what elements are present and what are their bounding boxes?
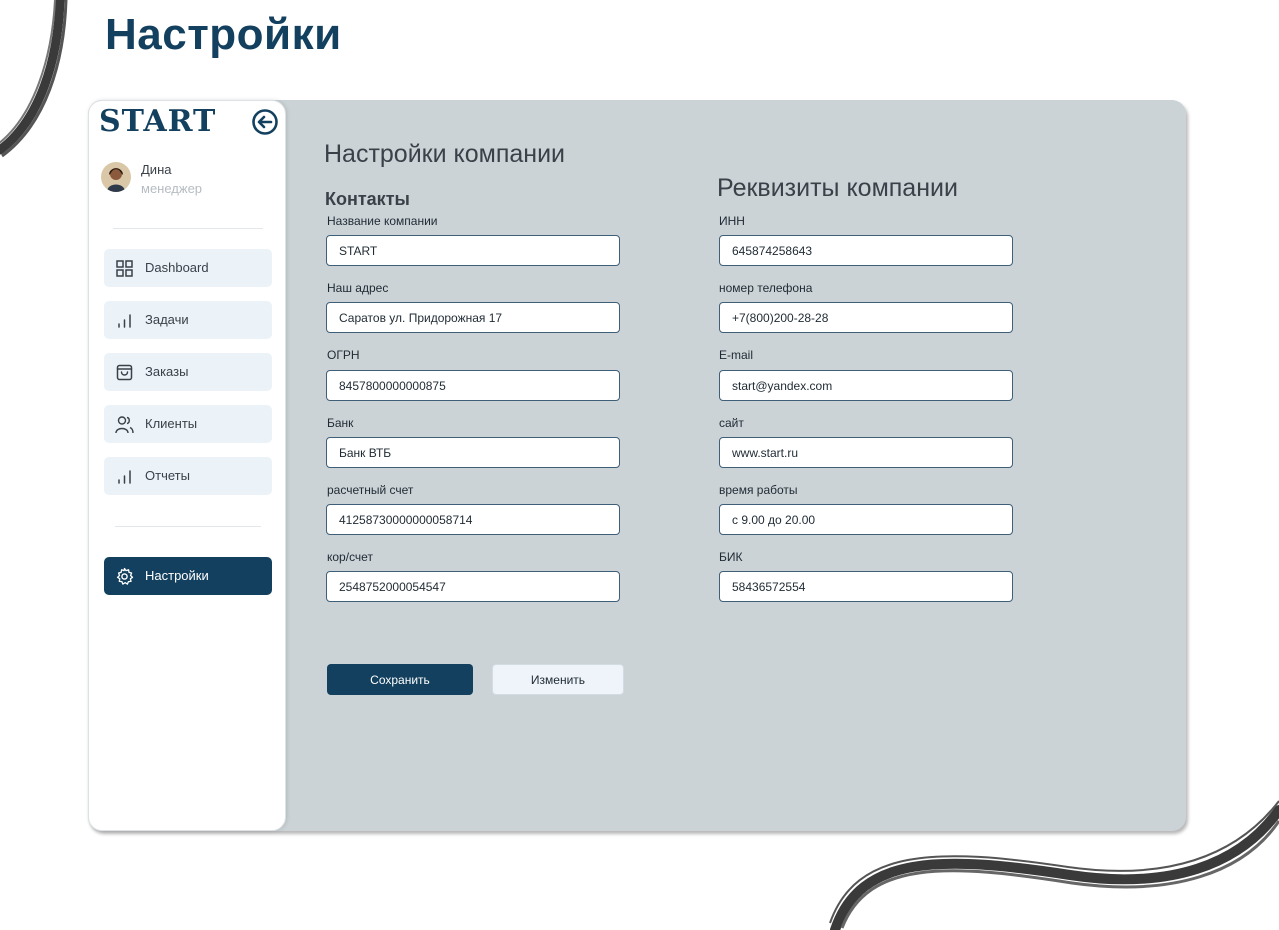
brush-stroke-decoration (0, 0, 68, 158)
bar-chart-icon (118, 314, 131, 328)
avatar (101, 162, 131, 192)
sidebar-item-label: Dashboard (145, 260, 209, 275)
bik-input[interactable] (719, 571, 1013, 602)
page-title: Настройки (105, 10, 342, 59)
ogrn-label: ОГРН (327, 348, 360, 362)
logo: START (99, 104, 217, 139)
grid-icon (116, 260, 133, 277)
email-label: E-mail (719, 348, 754, 362)
working-hours-label: время работы (719, 483, 798, 497)
sidebar-item-reports[interactable]: Отчеты (104, 457, 272, 495)
save-button[interactable]: Сохранить (327, 664, 473, 695)
account-input[interactable] (326, 504, 620, 535)
address-label: Наш адрес (327, 281, 389, 295)
sidebar-item-label: Задачи (145, 312, 189, 327)
sidebar-item-orders[interactable]: Заказы (104, 353, 272, 391)
divider (115, 526, 261, 527)
sidebar: START Дина менеджер Dashboard Задачи Зак… (88, 100, 286, 831)
divider (113, 228, 263, 229)
user-profile[interactable]: Дина менеджер (101, 161, 271, 197)
bank-input[interactable] (326, 437, 620, 468)
working-hours-input[interactable] (719, 504, 1013, 535)
website-input[interactable] (719, 437, 1013, 468)
inn-input[interactable] (719, 235, 1013, 266)
phone-label: номер телефона (719, 281, 813, 295)
sidebar-item-tasks[interactable]: Задачи (104, 301, 272, 339)
section-title: Настройки компании (324, 140, 566, 168)
bar-chart-icon (118, 470, 131, 484)
gear-icon (116, 567, 134, 585)
sidebar-item-settings[interactable]: Настройки (104, 557, 272, 595)
bank-label: Банк (327, 416, 354, 430)
sidebar-item-label: Отчеты (145, 468, 190, 483)
ogrn-input[interactable] (326, 370, 620, 401)
corr-account-input[interactable] (326, 571, 620, 602)
corr-account-label: кор/счет (327, 550, 373, 564)
user-name: Дина (141, 162, 172, 177)
sidebar-item-label: Настройки (145, 568, 209, 583)
contacts-heading: Контакты (325, 189, 410, 209)
sidebar-item-clients[interactable]: Клиенты (104, 405, 272, 443)
bik-label: БИК (719, 550, 743, 564)
company-name-label: Название компании (327, 214, 438, 228)
company-name-input[interactable] (326, 235, 620, 266)
sidebar-item-dashboard[interactable]: Dashboard (104, 249, 272, 287)
email-input[interactable] (719, 370, 1013, 401)
inn-label: ИНН (719, 214, 745, 228)
edit-button[interactable]: Изменить (492, 664, 624, 695)
sidebar-item-label: Клиенты (145, 416, 198, 431)
settings-window: START Дина менеджер Dashboard Задачи Зак… (88, 100, 1186, 831)
website-label: сайт (719, 416, 744, 430)
collapse-sidebar-icon[interactable] (251, 108, 279, 136)
shopping-bag-icon (116, 364, 133, 381)
address-input[interactable] (326, 302, 620, 333)
account-label: расчетный счет (327, 483, 414, 497)
phone-input[interactable] (719, 302, 1013, 333)
company-settings-panel: Настройки компании Контакты Реквизиты ко… (286, 100, 1186, 831)
user-role: менеджер (141, 181, 203, 196)
requisites-heading: Реквизиты компании (717, 174, 958, 202)
users-icon (115, 416, 134, 434)
sidebar-item-label: Заказы (145, 364, 189, 379)
